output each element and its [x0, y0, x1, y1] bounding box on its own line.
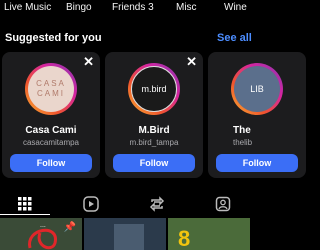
pin-icon: 📌 [63, 222, 76, 233]
suggested-card-thelib[interactable]: LIB The thelib Follow [208, 52, 306, 178]
follow-button[interactable]: Follow [10, 154, 92, 172]
highlights-row: Live Music Bingo Friends 3 Misc Wine [0, 0, 250, 18]
post-thumbnail[interactable]: 8 [168, 218, 250, 250]
post-overlay-text: 8 [178, 226, 191, 250]
post-thumbnail[interactable]: ... 📌 [0, 218, 82, 250]
post-caption: ... [40, 222, 46, 229]
tab-tagged[interactable] [212, 193, 234, 215]
card-handle: casacamitampa [22, 138, 80, 147]
close-icon[interactable]: ✕ [186, 54, 197, 70]
avatar-image: m.bird [131, 66, 177, 112]
avatar[interactable]: LIB [231, 63, 283, 115]
tab-reposts[interactable] [146, 193, 168, 215]
card-name: Casa Cami [25, 125, 77, 136]
card-name: The [233, 125, 251, 136]
highlight-wine[interactable]: Wine [224, 2, 247, 13]
highlight-misc[interactable]: Misc [176, 2, 197, 13]
card-name: M.Bird [138, 125, 170, 136]
highlight-friends-3[interactable]: Friends 3 [112, 2, 154, 13]
see-all-link[interactable]: See all [217, 32, 252, 44]
suggested-card-casa-cami[interactable]: ✕ CASA CAMI Casa Cami casacamitampa Foll… [2, 52, 100, 178]
avatar[interactable]: m.bird [128, 63, 180, 115]
card-handle: m.bird_tampa [129, 138, 179, 147]
highlight-live-music[interactable]: Live Music [4, 2, 51, 13]
tab-grid[interactable] [14, 193, 36, 215]
suggested-title: Suggested for you [5, 32, 102, 44]
photo-image [84, 218, 166, 250]
play-icon [83, 196, 99, 212]
avatar-image: LIB [234, 66, 280, 112]
tagged-icon [215, 196, 231, 212]
repost-icon [149, 196, 165, 212]
posts-grid: ... 📌 8 [0, 218, 250, 250]
card-handle: thelib [233, 138, 253, 147]
highlight-bingo[interactable]: Bingo [66, 2, 92, 13]
grid-icon [18, 197, 32, 211]
follow-button[interactable]: Follow [113, 154, 195, 172]
tab-reels[interactable] [80, 193, 102, 215]
suggested-card-m-bird[interactable]: ✕ m.bird M.Bird m.bird_tampa Follow [105, 52, 203, 178]
close-icon[interactable]: ✕ [83, 54, 94, 70]
avatar-image: CASA CAMI [28, 66, 74, 112]
avatar[interactable]: CASA CAMI [25, 63, 77, 115]
follow-button[interactable]: Follow [216, 154, 298, 172]
active-tab-indicator [0, 214, 50, 215]
post-thumbnail[interactable] [84, 218, 166, 250]
